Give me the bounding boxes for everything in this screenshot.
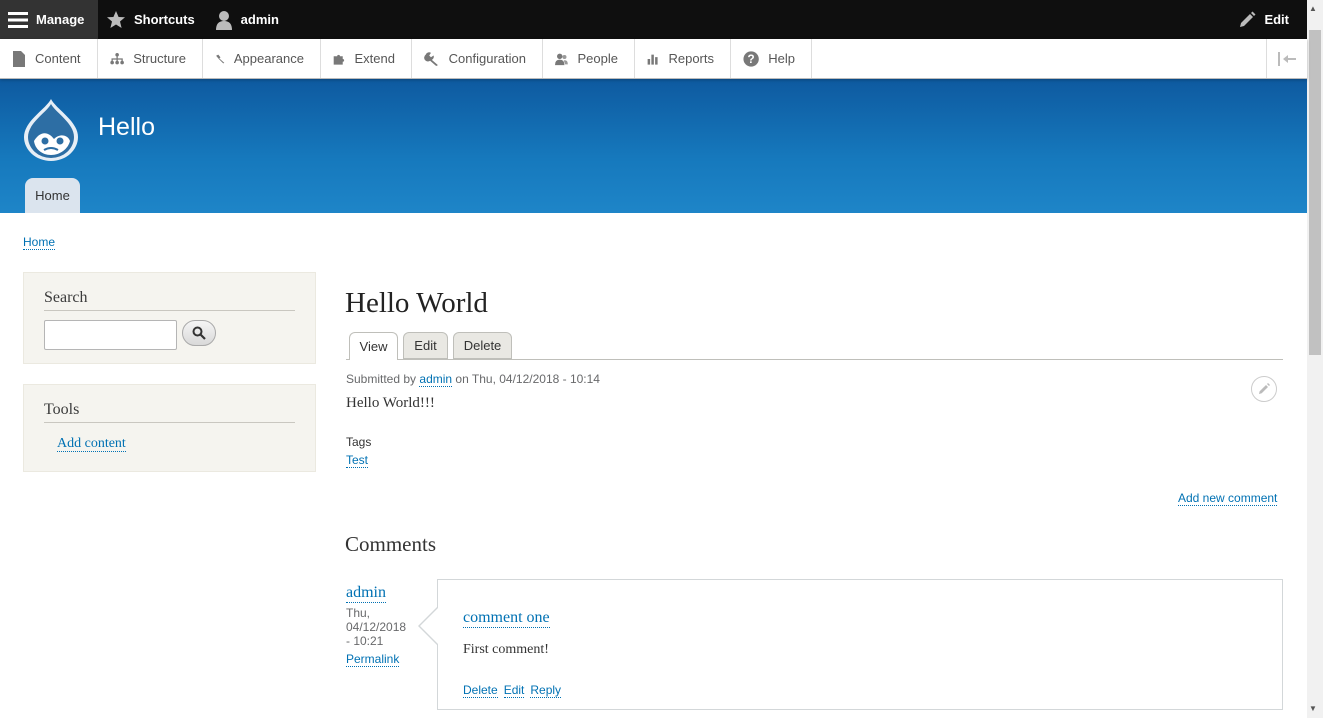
menu-item-reports[interactable]: Reports	[635, 39, 731, 78]
search-icon	[192, 326, 206, 340]
drupal-logo-icon[interactable]	[22, 97, 80, 163]
add-content-link[interactable]: Add content	[57, 436, 126, 452]
site-header: Hello Home	[0, 79, 1307, 213]
node-body: Hello World!!!	[346, 395, 435, 411]
search-block: Search	[23, 272, 316, 364]
sitemap-icon	[110, 52, 124, 64]
comment-arrow-inner	[420, 607, 439, 645]
comment-date-line: Thu,	[346, 606, 371, 620]
comment-edit-link[interactable]: Edit	[503, 683, 525, 698]
pencil-icon	[1240, 11, 1256, 27]
file-icon	[13, 50, 25, 67]
comment-author-link[interactable]: admin	[346, 584, 386, 603]
menu-item-structure[interactable]: Structure	[98, 39, 203, 78]
page-title: Hello World	[345, 287, 488, 319]
tag-link[interactable]: Test	[346, 453, 369, 468]
comment-date-line: 04/12/2018	[346, 620, 407, 634]
comment-box	[437, 579, 1283, 710]
menu-item-help[interactable]: ? Help	[731, 39, 812, 78]
scroll-up-icon[interactable]: ▲	[1309, 4, 1317, 13]
comment-date-line: - 10:21	[346, 634, 384, 648]
comment-delete-link[interactable]: Delete	[463, 683, 498, 698]
menu-label: Appearance	[233, 51, 304, 66]
question-icon: ?	[743, 50, 759, 67]
search-input[interactable]	[44, 320, 177, 350]
menu-item-configuration[interactable]: Configuration	[412, 39, 543, 78]
puzzle-icon	[333, 54, 345, 65]
manage-label: Manage	[36, 12, 85, 27]
menu-label: Help	[768, 51, 795, 66]
local-tasks-tabs: View Edit Delete	[346, 332, 1283, 360]
contextual-links-button[interactable]	[1251, 376, 1277, 402]
shortcuts-button[interactable]: Shortcuts	[98, 0, 207, 39]
bar-chart-icon	[647, 54, 658, 65]
search-button[interactable]	[182, 320, 216, 346]
menu-label: Content	[35, 51, 81, 66]
scroll-down-icon[interactable]: ▼	[1309, 704, 1317, 713]
scrollbar-thumb[interactable]	[1309, 30, 1321, 355]
collapse-icon	[1278, 51, 1296, 66]
tray-orientation-toggle[interactable]	[1266, 39, 1307, 78]
primary-menu-home[interactable]: Home	[25, 178, 80, 213]
comment-links: Delete Edit Reply	[463, 683, 562, 698]
admin-toolbar: Manage Shortcuts admin Edit	[0, 0, 1307, 39]
user-button[interactable]: admin	[207, 0, 291, 39]
user-label: admin	[240, 12, 279, 27]
tab-delete[interactable]: Delete	[453, 332, 512, 359]
wrench-icon	[424, 51, 438, 66]
breadcrumb-home[interactable]: Home	[23, 235, 56, 250]
tags-label: Tags	[346, 435, 372, 449]
admin-menu-tray: Content Structure Appearance Extend Conf…	[0, 39, 1307, 79]
user-icon	[215, 10, 232, 30]
menu-item-appearance[interactable]: Appearance	[203, 39, 321, 78]
submitted-prefix: Submitted by	[346, 372, 417, 386]
menu-label: Structure	[133, 51, 186, 66]
pencil-icon	[1259, 383, 1270, 394]
menu-item-content[interactable]: Content	[0, 39, 98, 78]
tools-block: Tools Add content	[23, 384, 316, 472]
edit-mode-button[interactable]: Edit	[1230, 0, 1307, 39]
people-icon	[555, 53, 568, 65]
add-new-comment-link[interactable]: Add new comment	[1178, 491, 1278, 506]
divider	[44, 422, 295, 423]
tools-block-title: Tools	[44, 401, 80, 418]
shortcuts-label: Shortcuts	[134, 12, 195, 27]
star-icon	[107, 10, 125, 28]
menu-label: Configuration	[448, 51, 526, 66]
tab-edit[interactable]: Edit	[403, 332, 448, 359]
divider	[44, 310, 295, 311]
hamburger-icon	[8, 11, 28, 28]
author-link[interactable]: admin	[419, 372, 453, 387]
manage-button[interactable]: Manage	[0, 0, 98, 39]
search-block-title: Search	[44, 289, 88, 306]
paintbrush-icon	[216, 54, 225, 63]
submitted-info: Submitted by admin on Thu, 04/12/2018 - …	[346, 372, 600, 387]
site-name[interactable]: Hello	[98, 113, 155, 142]
menu-label: Reports	[668, 51, 714, 66]
menu-item-extend[interactable]: Extend	[321, 39, 412, 78]
menu-label: Extend	[354, 51, 395, 66]
comment-body: First comment!	[463, 642, 549, 657]
comment-date: Thu, 04/12/2018 - 10:21	[346, 606, 416, 648]
comment-reply-link[interactable]: Reply	[530, 683, 562, 698]
edit-label: Edit	[1264, 12, 1289, 27]
submitted-date: on Thu, 04/12/2018 - 10:14	[455, 372, 600, 386]
comment-permalink[interactable]: Permalink	[346, 652, 400, 667]
menu-label: People	[577, 51, 618, 66]
tab-view[interactable]: View	[349, 332, 398, 360]
comments-heading: Comments	[345, 532, 437, 556]
comment-subject-link[interactable]: comment one	[463, 609, 550, 628]
svg-text:?: ?	[748, 53, 755, 66]
menu-item-people[interactable]: People	[543, 39, 635, 78]
